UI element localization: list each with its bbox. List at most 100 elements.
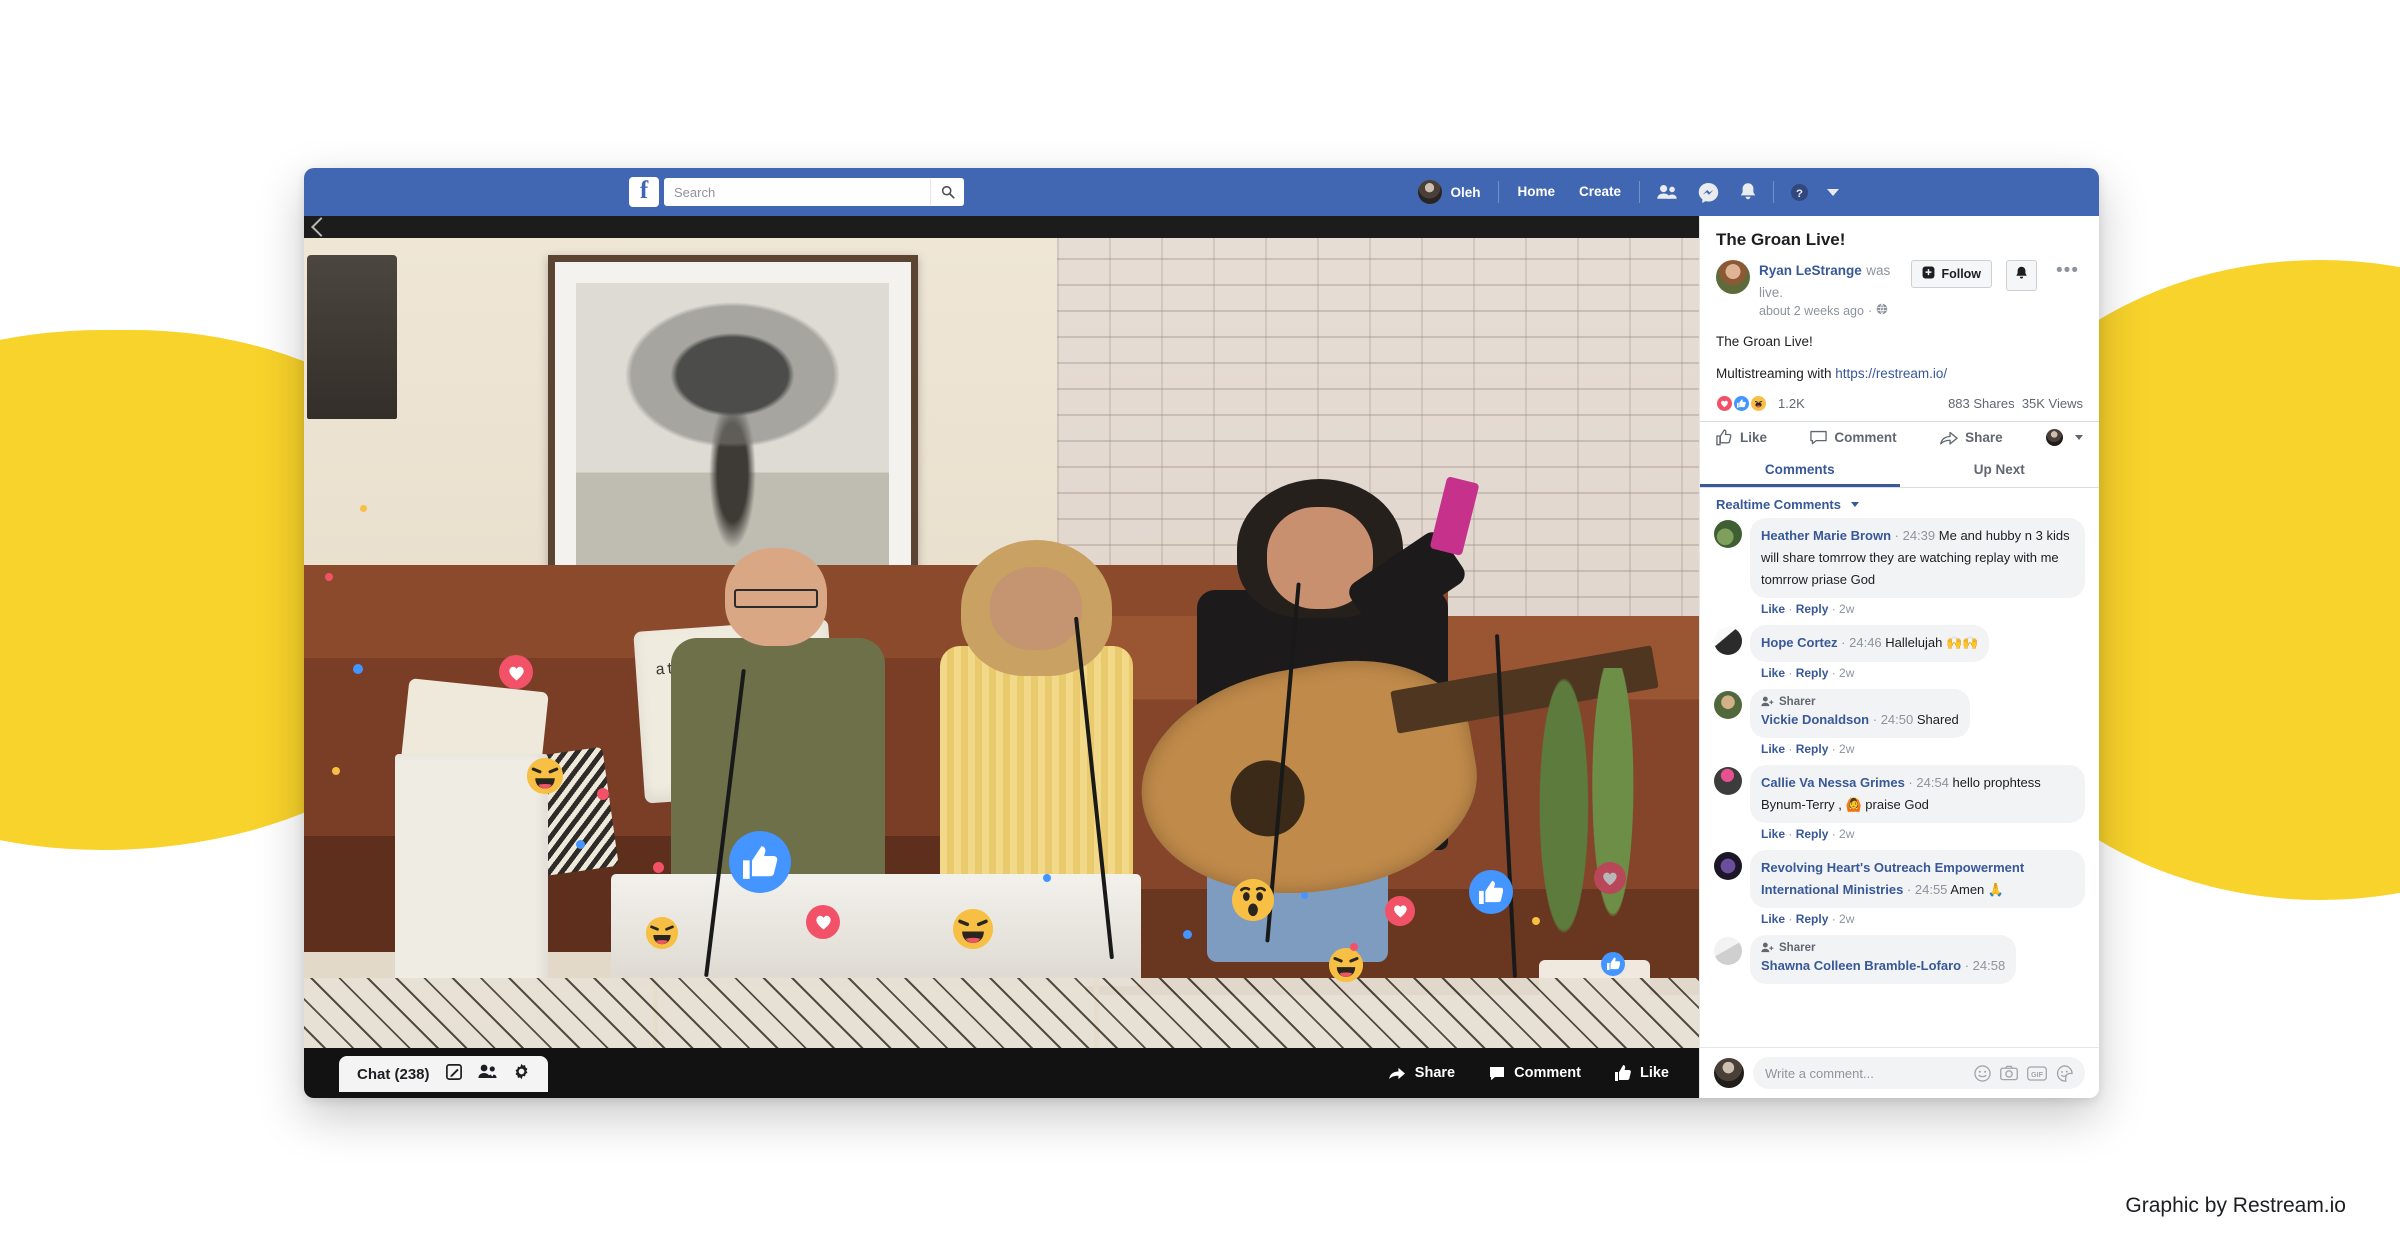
comments-filter-dropdown[interactable]: Realtime Comments — [1700, 488, 2099, 516]
avatar[interactable] — [1714, 627, 1742, 656]
search-icon[interactable] — [930, 179, 964, 205]
comment-like-button[interactable]: Like — [1761, 912, 1785, 926]
sticker-icon[interactable] — [2056, 1064, 2073, 1082]
comment-like-button[interactable]: Like — [1761, 666, 1785, 680]
live-video-stage[interactable]: Share Comment — [304, 238, 1699, 1098]
svg-text:GIF: GIF — [2031, 1069, 2044, 1078]
facebook-top-navbar: f Oleh Home — [304, 168, 2099, 216]
sharer-label: Sharer — [1779, 695, 1816, 708]
avatar[interactable] — [1714, 766, 1742, 795]
notifications-bell-icon[interactable] — [1729, 182, 1767, 202]
tab-up-next[interactable]: Up Next — [1900, 453, 2100, 487]
facebook-logo-icon[interactable]: f — [629, 177, 659, 207]
comment-item: Hope Cortez · 24:46 Hallelujah 🙌🙌 Like · … — [1714, 625, 2085, 680]
compose-icon[interactable] — [445, 1063, 462, 1085]
page-root: f Oleh Home — [0, 0, 2400, 1260]
separator: · — [1785, 741, 1796, 756]
search-bar[interactable] — [664, 178, 964, 206]
chat-count-label: Chat (238) — [357, 1065, 430, 1083]
help-icon[interactable]: ? — [1780, 183, 1819, 202]
nav-create-link[interactable]: Create — [1567, 183, 1633, 201]
gif-icon[interactable]: GIF — [2027, 1065, 2047, 1081]
follow-button[interactable]: Follow — [1911, 260, 1993, 288]
divider — [1498, 181, 1500, 203]
comment-author-link[interactable]: Heather Marie Brown — [1761, 528, 1891, 543]
search-input[interactable] — [664, 184, 930, 200]
avatar[interactable] — [1716, 260, 1750, 294]
comment-input-wrapper[interactable]: GIF — [1753, 1057, 2085, 1089]
back-chevron-icon[interactable] — [311, 217, 331, 237]
sharer-badge: Sharer — [1761, 696, 1959, 708]
comment-reply-button[interactable]: Reply — [1796, 666, 1829, 680]
share-count: 883 Shares — [1948, 396, 2015, 412]
avatar[interactable] — [1714, 690, 1742, 719]
comment-timestamp: 24:46 — [1849, 635, 1882, 651]
globe-icon[interactable] — [1876, 303, 1888, 320]
video-share-button[interactable]: Share — [1388, 1065, 1455, 1081]
post-like-button[interactable]: Like — [1716, 429, 1767, 446]
settings-gear-icon[interactable] — [513, 1063, 530, 1085]
camera-icon[interactable] — [2000, 1065, 2018, 1081]
comment-age: 2w — [1839, 665, 1855, 680]
comment-timestamp: 24:58 — [1972, 957, 2006, 973]
comment-like-button[interactable]: Like — [1761, 827, 1785, 841]
bell-icon — [2015, 266, 2028, 285]
follow-label: Follow — [1941, 267, 1982, 281]
share-audience-selector[interactable] — [2045, 429, 2083, 447]
svg-text:?: ? — [1796, 187, 1803, 199]
comment-author-link[interactable]: Shawna Colleen Bramble-Lofaro — [1761, 958, 1961, 973]
comment-separator: · — [1837, 635, 1850, 651]
tab-comments[interactable]: Comments — [1700, 453, 1900, 487]
comment-action-row: Like · Reply · 2w — [1750, 908, 2085, 926]
facebook-window: f Oleh Home — [304, 168, 2099, 1098]
reaction-summary[interactable]: 1.2K — [1716, 395, 1805, 413]
floating-like-reaction-icon — [1601, 951, 1626, 976]
comment-input[interactable] — [1765, 1065, 1964, 1081]
video-like-button[interactable]: Like — [1614, 1065, 1669, 1081]
notifications-toggle-button[interactable] — [2006, 260, 2038, 291]
post-more-options-button[interactable]: ••• — [2052, 260, 2083, 282]
avatar — [1418, 180, 1443, 204]
account-caret-icon[interactable] — [1827, 188, 1839, 196]
comment-action-row: Like · Reply · 2w — [1750, 823, 2085, 841]
comment-author-link[interactable]: Callie Va Nessa Grimes — [1761, 775, 1905, 790]
invite-people-icon[interactable] — [477, 1064, 497, 1084]
comment-bubble: Heather Marie Brown · 24:39 Me and hubby… — [1750, 518, 2085, 599]
comment-reply-button[interactable]: Reply — [1796, 912, 1829, 926]
avatar[interactable] — [1714, 520, 1742, 549]
comment-body: Sharer Shawna Colleen Bramble-Lofaro · 24… — [1750, 934, 2085, 984]
video-action-buttons: Share Comment Like — [1388, 1065, 1669, 1081]
nav-home-link[interactable]: Home — [1505, 183, 1567, 201]
comments-filter-label: Realtime Comments — [1716, 497, 1841, 513]
comments-list[interactable]: Heather Marie Brown · 24:39 Me and hubby… — [1700, 516, 2099, 1047]
video-comment-button[interactable]: Comment — [1489, 1065, 1581, 1081]
page-title: The Groan Live! — [1716, 230, 1846, 249]
comment-reply-button[interactable]: Reply — [1796, 602, 1829, 616]
comment-line: Revolving Heart's Outreach Empowerment I… — [1761, 857, 2074, 901]
comment-body: Callie Va Nessa Grimes · 24:54 hello pro… — [1750, 764, 2085, 841]
comment-composer: GIF — [1700, 1047, 2099, 1098]
messenger-icon[interactable] — [1688, 182, 1729, 203]
avatar[interactable] — [1714, 851, 1742, 880]
author-name-link[interactable]: Ryan LeStrange — [1759, 263, 1862, 278]
comment-reply-button[interactable]: Reply — [1796, 742, 1829, 756]
comment-bubble: Revolving Heart's Outreach Empowerment I… — [1750, 849, 2085, 908]
post-share-button[interactable]: Share — [1940, 430, 2003, 446]
comment-like-button[interactable]: Like — [1761, 602, 1785, 616]
comment-reply-button[interactable]: Reply — [1796, 827, 1829, 841]
sharer-badge: Sharer — [1761, 942, 2005, 954]
avatar[interactable] — [1714, 936, 1742, 965]
comment-item: Sharer Shawna Colleen Bramble-Lofaro · 24… — [1714, 934, 2085, 984]
comment-author-link[interactable]: Hope Cortez — [1761, 635, 1838, 650]
post-comment-button[interactable]: Comment — [1810, 430, 1897, 446]
comment-like-button[interactable]: Like — [1761, 742, 1785, 756]
comment-separator: · — [1891, 528, 1903, 544]
emoji-icon[interactable] — [1974, 1064, 1991, 1082]
tab-label: Comments — [1764, 462, 1835, 478]
nav-profile-link[interactable]: Oleh — [1406, 180, 1492, 204]
post-details-sidebar: The Groan Live! Ryan LeStrange was live.… — [1699, 216, 2099, 1098]
restream-link[interactable]: https://restream.io/ — [1835, 366, 1947, 381]
friends-icon[interactable] — [1646, 184, 1688, 200]
live-chat-panel-toggle[interactable]: Chat (238) — [339, 1056, 548, 1092]
comment-author-link[interactable]: Vickie Donaldson — [1761, 712, 1869, 727]
